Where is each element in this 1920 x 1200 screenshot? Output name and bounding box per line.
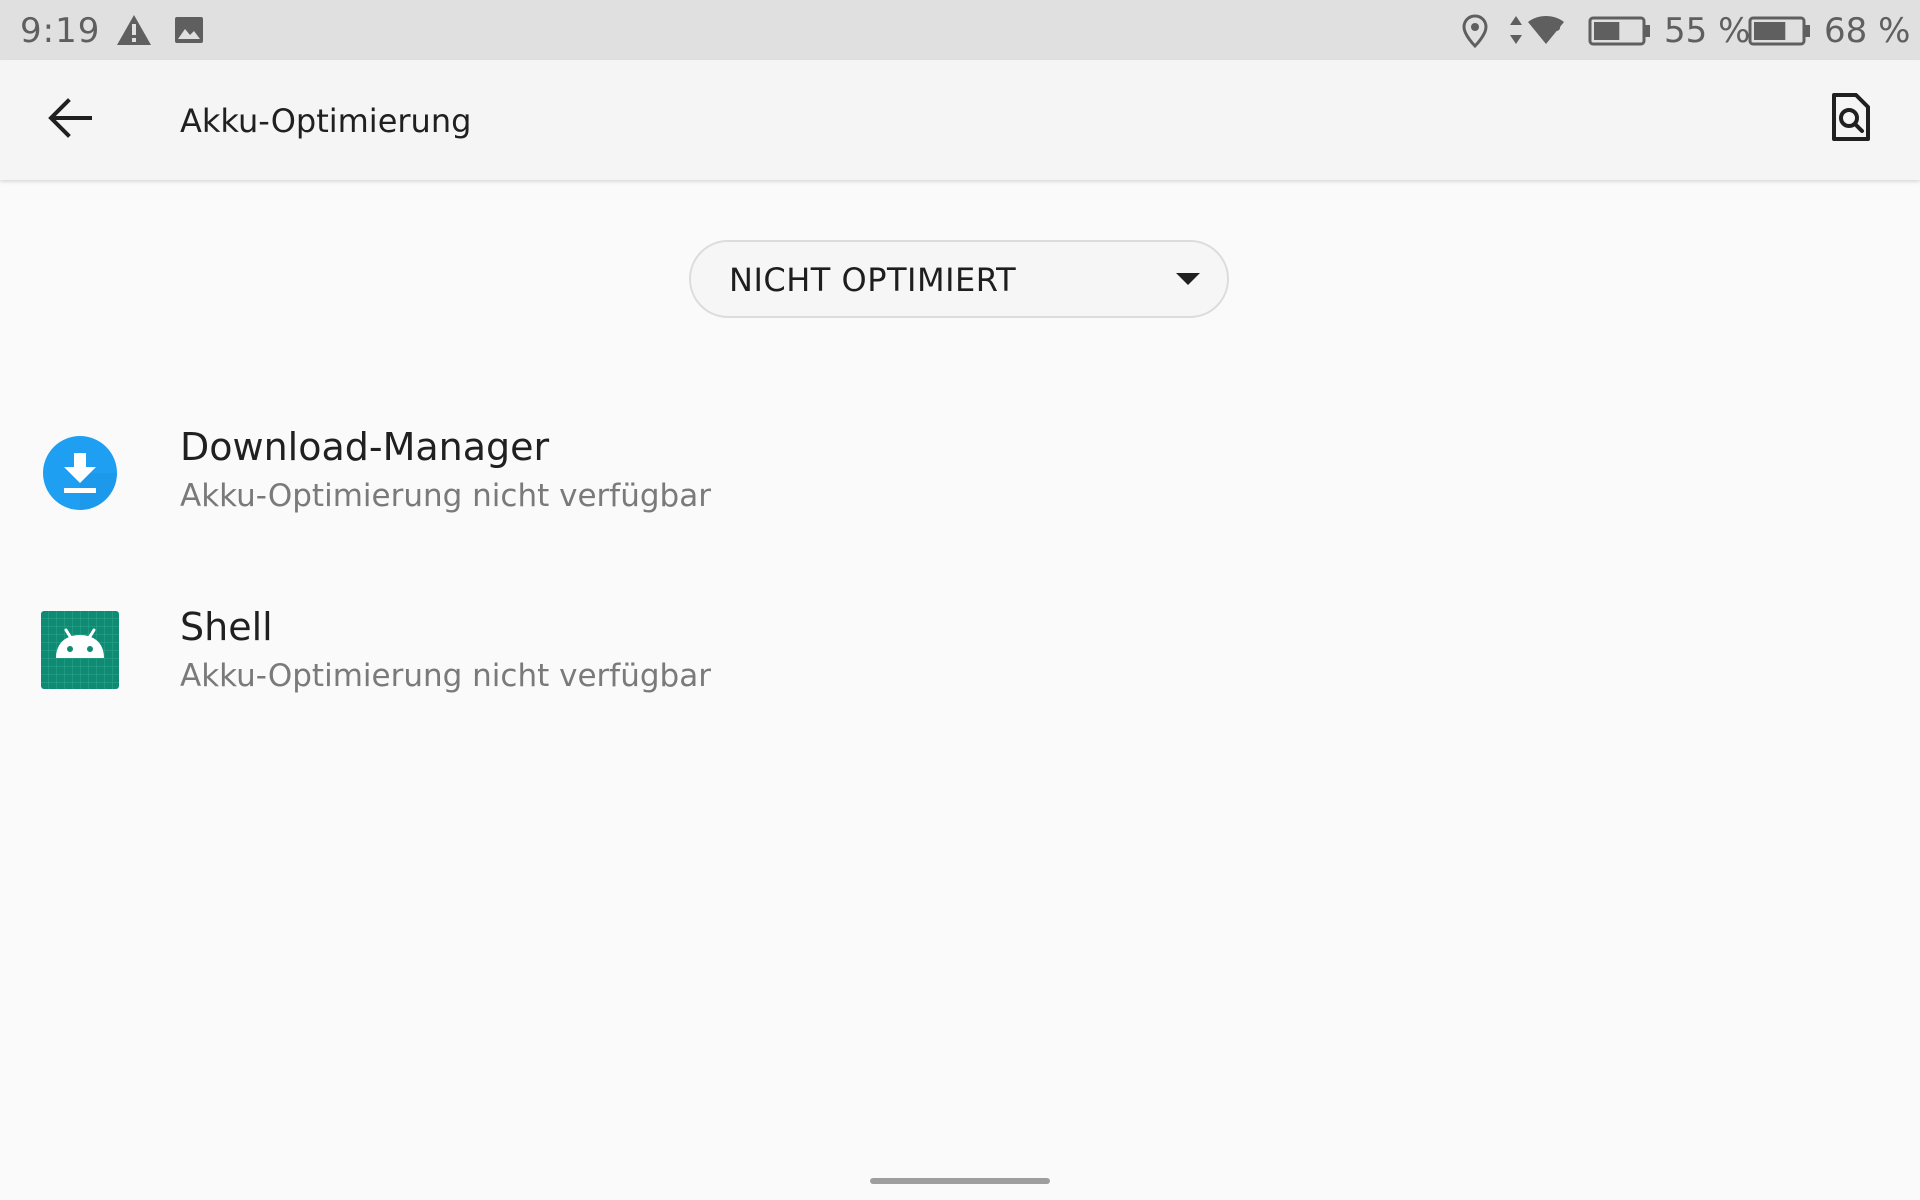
toolbar: Akku-Optimierung (0, 60, 1920, 180)
app-name: Download-Manager (180, 425, 550, 469)
app-status: Akku-Optimierung nicht verfügbar (180, 658, 711, 694)
battery-percent-1: 55 % (1664, 11, 1751, 51)
screen: 9:19 6 55 % 68 % Akku-Optimierung NICHT … (0, 0, 1920, 1200)
filter-dropdown[interactable]: NICHT OPTIMIERT (689, 240, 1229, 318)
download-icon (40, 433, 120, 513)
status-time: 9:19 (20, 11, 101, 51)
list-item-download-manager[interactable]: Download-Manager Akku-Optimierung nicht … (0, 380, 1920, 560)
search-document-icon (1830, 93, 1870, 147)
caret-down-icon (1175, 271, 1201, 290)
image-icon (174, 16, 204, 48)
battery-icon (1588, 16, 1652, 50)
search-document-button[interactable] (1810, 80, 1890, 160)
navigation-handle[interactable] (870, 1178, 1050, 1184)
wifi-label: 6 (1551, 16, 1562, 35)
status-bar: 9:19 6 55 % 68 % (0, 0, 1920, 60)
location-icon (1462, 14, 1488, 52)
filter-dropdown-label: NICHT OPTIMIERT (729, 261, 1017, 299)
back-button[interactable] (30, 80, 110, 160)
warning-icon (116, 14, 152, 50)
battery-percent-2: 68 % (1824, 11, 1911, 51)
page-title: Akku-Optimierung (180, 102, 472, 140)
data-arrows-icon (1508, 14, 1524, 50)
android-icon (40, 610, 120, 690)
arrow-back-icon (48, 98, 92, 142)
battery-icon (1748, 16, 1812, 50)
list-item-shell[interactable]: Shell Akku-Optimierung nicht verfügbar (0, 560, 1920, 740)
app-status: Akku-Optimierung nicht verfügbar (180, 478, 711, 514)
app-name: Shell (180, 605, 273, 649)
